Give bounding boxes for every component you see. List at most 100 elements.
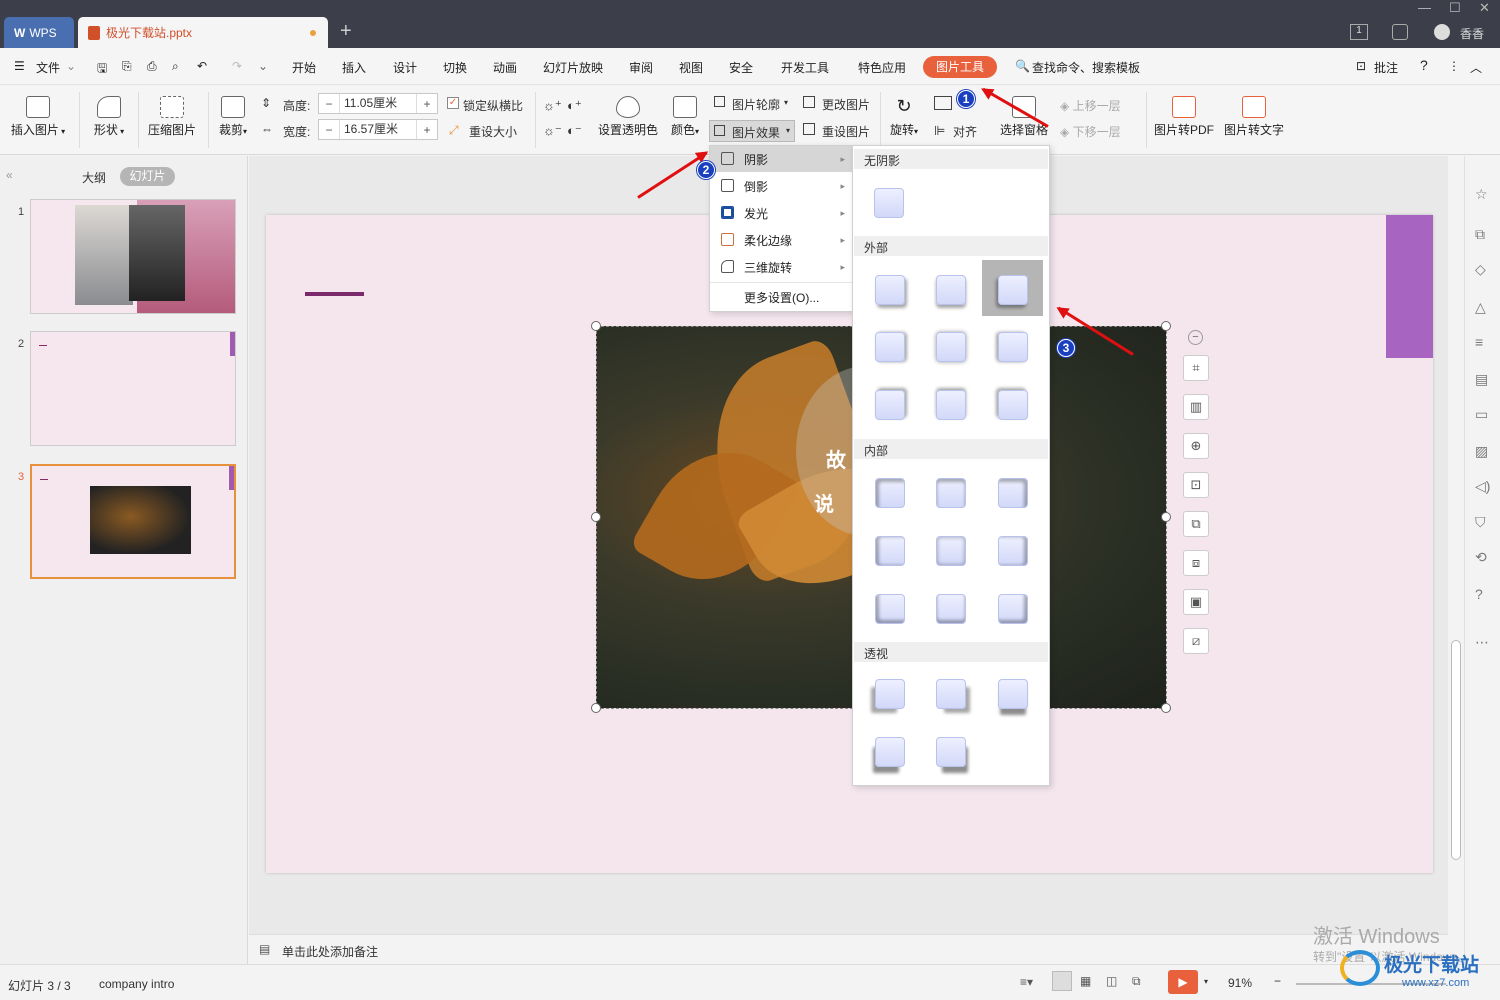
theme-name[interactable]: company intro	[99, 977, 174, 991]
presenter-icon[interactable]: ⧉	[1132, 974, 1141, 989]
shadow-option-outer[interactable]	[998, 390, 1028, 420]
avatar[interactable]	[1434, 24, 1450, 40]
shape-icon[interactable]: ◇	[1475, 261, 1486, 278]
compress-picture-button[interactable]: 压缩图片	[144, 96, 200, 138]
zoom-icon[interactable]: ⊕	[1183, 433, 1209, 459]
contrast-down-icon[interactable]: ◐⁻	[567, 123, 582, 139]
increase-icon[interactable]: +	[417, 123, 437, 137]
audio-icon[interactable]: ◁)	[1475, 478, 1490, 495]
customize-icon[interactable]: ⌄	[258, 59, 268, 73]
menu-security[interactable]: 安全	[729, 59, 753, 76]
menu-item-3d-rotation[interactable]: 三维旋转 ▸	[710, 254, 853, 280]
reset-picture-button[interactable]: 重设图片	[822, 123, 870, 140]
shadow-option-perspective[interactable]	[936, 737, 966, 767]
width-stepper[interactable]: −16.57厘米 +	[318, 119, 438, 140]
shadow-option-inner[interactable]	[936, 478, 966, 508]
menu-animation[interactable]: 动画	[493, 59, 517, 76]
shadow-option-outer[interactable]	[936, 275, 966, 305]
crop-button[interactable]: 裁剪▾	[215, 96, 251, 138]
menu-special[interactable]: 特色应用	[858, 59, 906, 76]
shadow-option-outer[interactable]	[875, 390, 905, 420]
collapse-toolbar-icon[interactable]: −	[1188, 330, 1203, 345]
fit-icon[interactable]: ⊡	[1183, 472, 1209, 498]
resize-handle[interactable]	[1161, 321, 1171, 331]
page-box-icon[interactable]: 1	[1350, 24, 1368, 40]
lock-ratio-checkbox[interactable]: ✓	[447, 97, 459, 109]
zoom-level[interactable]: 91%	[1228, 976, 1252, 990]
collapse-ribbon-icon[interactable]: ︿	[1470, 59, 1482, 76]
reading-view-icon[interactable]: ◫	[1106, 974, 1117, 988]
resize-handle[interactable]	[1161, 703, 1171, 713]
copy-icon[interactable]: ⧈	[1183, 550, 1209, 576]
scroll-thumb[interactable]	[1451, 640, 1461, 860]
shadow-option-outer[interactable]	[875, 275, 905, 305]
slide-sorter-icon[interactable]: ▦	[1080, 974, 1091, 988]
menu-design[interactable]: 设计	[393, 59, 417, 76]
shadow-option-outer[interactable]	[936, 332, 966, 362]
layout-icon[interactable]: ⧉	[1475, 226, 1485, 243]
resize-handle[interactable]	[591, 703, 601, 713]
picture-to-pdf-button[interactable]: 图片转PDF	[1152, 96, 1216, 138]
shadow-option-perspective[interactable]	[875, 679, 905, 709]
crop-icon[interactable]: ⌗	[1183, 355, 1209, 381]
menu-view[interactable]: 视图	[679, 59, 703, 76]
image-icon[interactable]: ▨	[1475, 443, 1488, 460]
color-button[interactable]: 颜色▾	[667, 96, 703, 138]
tab-document[interactable]: 极光下载站.pptx	[78, 17, 328, 48]
star-icon[interactable]: ☆	[1475, 186, 1488, 203]
minimize-icon[interactable]: —	[1418, 0, 1431, 15]
shadow-option-inner[interactable]	[998, 536, 1028, 566]
menu-item-reflection[interactable]: 倒影 ▸	[710, 173, 853, 199]
split-icon[interactable]: ▥	[1183, 394, 1209, 420]
brightness-down-icon[interactable]: ☼⁻	[543, 123, 562, 139]
search-icon[interactable]: 🔍	[1015, 59, 1030, 73]
vertical-scrollbar[interactable]	[1450, 165, 1462, 910]
shadow-option-outer[interactable]	[998, 275, 1028, 305]
replace-icon[interactable]: ⧉	[1183, 511, 1209, 537]
shield-icon[interactable]: ⛉	[1475, 514, 1486, 531]
decrease-icon[interactable]: −	[319, 97, 339, 111]
shadow-option-inner[interactable]	[936, 594, 966, 624]
zoom-out-icon[interactable]: −	[1274, 974, 1281, 988]
shadow-option-perspective[interactable]	[936, 679, 966, 709]
menu-item-soft-edges[interactable]: 柔化边缘 ▸	[710, 227, 853, 253]
shadow-option-inner[interactable]	[936, 536, 966, 566]
redo-icon[interactable]: ↷	[232, 59, 242, 73]
shadow-option-inner[interactable]	[875, 478, 905, 508]
brightness-up-icon[interactable]: ☼⁺	[543, 98, 562, 114]
shape-button[interactable]: 形状 ▾	[88, 96, 130, 138]
picture-to-text-button[interactable]: 图片转文字	[1222, 96, 1286, 138]
width-value[interactable]: 16.57厘米	[339, 120, 417, 139]
normal-view-icon[interactable]	[1052, 971, 1072, 991]
shadow-option-inner[interactable]	[875, 594, 905, 624]
search-commands[interactable]: 查找命令、搜索模板	[1032, 59, 1140, 76]
rotate-button[interactable]: ↻ 旋转▾	[886, 96, 922, 138]
chevron-down-icon[interactable]: ▾	[1204, 977, 1208, 986]
box-icon[interactable]: ▭	[1475, 406, 1488, 423]
notes-toggle-icon[interactable]: ≡▾	[1020, 975, 1033, 989]
bring-forward-button[interactable]: ◈ 上移一层	[1060, 97, 1121, 114]
help-icon[interactable]: ?	[1475, 586, 1483, 602]
align-button[interactable]: 对齐	[953, 123, 977, 140]
notes-placeholder[interactable]: 单击此处添加备注	[282, 943, 378, 960]
shadow-option-none[interactable]	[874, 188, 904, 218]
shadow-option-perspective[interactable]	[998, 679, 1028, 709]
menu-insert[interactable]: 插入	[342, 59, 366, 76]
tab-wps[interactable]: W WPS	[4, 17, 74, 48]
settings-icon[interactable]: ≡	[1475, 334, 1483, 350]
send-backward-button[interactable]: ◈ 下移一层	[1060, 123, 1121, 140]
text-icon[interactable]: △	[1475, 299, 1486, 316]
menu-developer[interactable]: 开发工具	[781, 59, 829, 76]
slide-thumbnail-3[interactable]	[30, 464, 236, 579]
slide-thumbnail-2[interactable]	[30, 331, 236, 446]
close-icon[interactable]: ✕	[1479, 0, 1490, 16]
decrease-icon[interactable]: −	[319, 123, 339, 137]
picture-outline-button[interactable]: 图片轮廓	[732, 96, 780, 113]
shadow-option-outer[interactable]	[998, 332, 1028, 362]
print-icon[interactable]: ⎙	[147, 59, 157, 74]
chevron-down-icon[interactable]: ▾	[784, 98, 788, 107]
set-transparent-button[interactable]: 设置透明色	[597, 96, 659, 138]
reset-size-button[interactable]: 重设大小	[469, 123, 517, 140]
menu-item-glow[interactable]: 发光 ▸	[710, 200, 853, 226]
more-icon[interactable]: ⋮	[1448, 59, 1460, 73]
